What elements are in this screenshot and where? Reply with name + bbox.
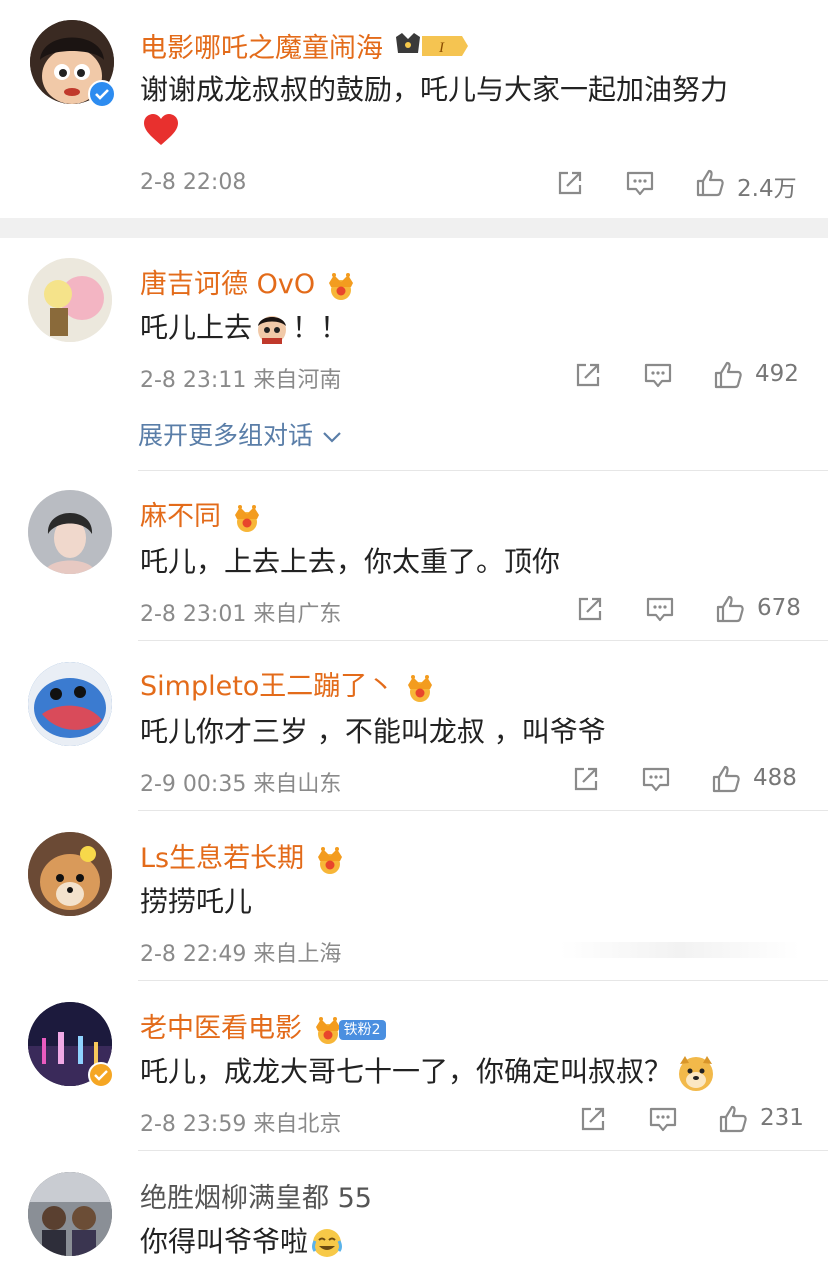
comment-text: 谢谢成龙叔叔的鼓励，吒儿与大家一起加油努力	[140, 73, 729, 106]
share-icon[interactable]	[578, 1104, 608, 1134]
comment-text: 你得叫爷爷啦	[140, 1220, 344, 1260]
comment-actions: 678	[575, 594, 803, 630]
comment-icon[interactable]	[641, 764, 671, 794]
comment-text: 吒儿，成龙大哥七十一了，你确定叫叔叔？	[140, 1050, 716, 1092]
comment-icon[interactable]	[645, 594, 675, 624]
avatar[interactable]	[28, 490, 112, 574]
comment-meta: 2-8 23:01 来自广东	[140, 602, 342, 627]
like-count: 492	[755, 361, 799, 387]
comment-icon[interactable]	[625, 168, 655, 198]
comment-actions: 488	[571, 764, 803, 800]
crown-icon	[324, 271, 358, 301]
divider	[138, 470, 828, 471]
avatar[interactable]	[28, 832, 112, 916]
username[interactable]: Simpleto王二蹦了丶	[140, 664, 437, 703]
share-icon[interactable]	[573, 360, 603, 390]
share-icon[interactable]	[571, 764, 601, 794]
username[interactable]: 老中医看电影 铁粉2	[140, 1006, 386, 1045]
chevron-down-icon	[323, 432, 341, 443]
divider	[138, 980, 828, 981]
crown-icon	[230, 503, 264, 533]
laugh-cry-emoji-icon	[310, 1227, 344, 1259]
nezha-emoji-icon	[254, 312, 290, 346]
comment-text: 吒儿，上去上去，你太重了。顶你	[140, 545, 561, 578]
avatar[interactable]	[28, 258, 112, 342]
crown-icon	[403, 673, 437, 703]
like-icon[interactable]	[713, 360, 743, 390]
username[interactable]: Ls生息若长期	[140, 836, 347, 875]
comment-time: 2-8 22:08	[140, 170, 247, 195]
like-count: 231	[760, 1105, 804, 1131]
like-count: 678	[757, 595, 801, 621]
comment-icon[interactable]	[648, 1104, 678, 1134]
divider	[138, 810, 828, 811]
svg-text:I: I	[438, 40, 445, 56]
divider	[138, 640, 828, 641]
share-icon[interactable]	[575, 594, 605, 624]
member-badge-icon: I	[392, 31, 470, 68]
comment-icon[interactable]	[643, 360, 673, 390]
like-count: 2.4万	[737, 176, 797, 202]
comment-text: 捞捞吒儿	[140, 885, 253, 918]
verified-icon	[88, 1062, 114, 1088]
comment-actions: 231	[578, 1104, 804, 1140]
divider	[138, 1150, 828, 1151]
avatar[interactable]	[28, 662, 112, 746]
verified-icon	[88, 80, 116, 108]
comment-text: 吒儿你才三岁 ，不能叫龙叔 ，叫爷爷	[140, 715, 606, 748]
like-icon[interactable]	[715, 594, 745, 624]
username[interactable]: 唐吉诃德 OvO	[140, 262, 358, 301]
heart-emoji-icon	[142, 113, 180, 147]
fan-badge: 铁粉2	[338, 1019, 386, 1040]
comment-meta: 2-8 23:11 来自河南	[140, 368, 342, 393]
comment-meta: 2-8 22:49 来自上海	[140, 942, 342, 967]
comment-text: 吒儿上去 ！！	[140, 311, 349, 346]
comment-actions: 2.4万	[555, 168, 805, 204]
avatar[interactable]	[28, 1172, 112, 1256]
like-icon[interactable]	[718, 1104, 748, 1134]
crown-icon	[313, 845, 347, 875]
comment-meta: 2-9 00:35 来自山东	[140, 772, 342, 797]
like-count: 488	[753, 765, 797, 791]
username[interactable]: 电影哪吒之魔童闹海 I	[140, 26, 470, 68]
like-icon[interactable]	[711, 764, 741, 794]
username[interactable]: 绝胜烟柳满皇都 55	[140, 1176, 372, 1215]
like-icon[interactable]	[695, 168, 725, 198]
username[interactable]: 麻不同	[140, 494, 264, 533]
comment-actions: 492	[573, 360, 803, 396]
share-icon[interactable]	[555, 168, 585, 198]
section-divider	[0, 218, 828, 238]
expand-conversation-link[interactable]: 展开更多组对话	[138, 416, 343, 452]
doge-emoji-icon	[676, 1054, 716, 1092]
comment-meta: 2-8 23:59 来自北京	[140, 1112, 342, 1137]
comment-actions-faded	[560, 942, 800, 958]
